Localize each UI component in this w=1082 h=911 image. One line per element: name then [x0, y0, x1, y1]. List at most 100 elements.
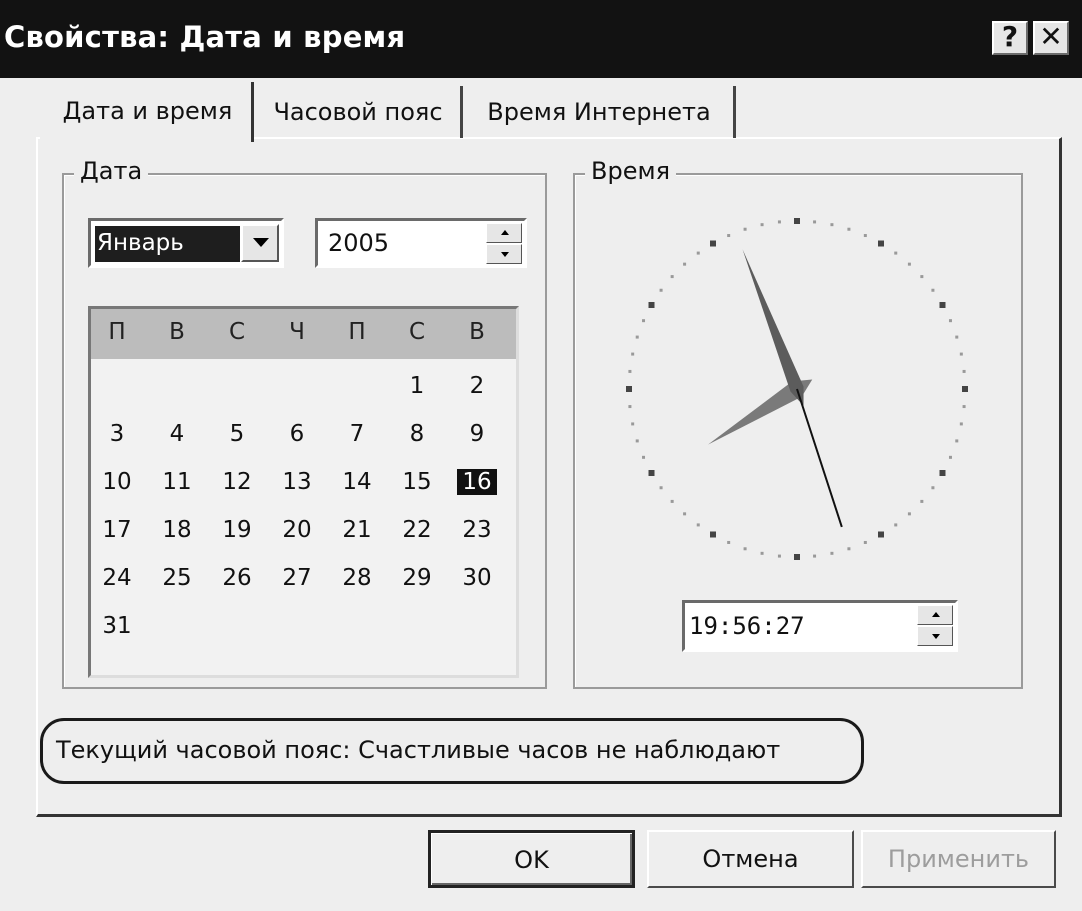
minute-marker — [743, 227, 747, 231]
hour-marker — [794, 554, 800, 560]
calendar-day[interactable]: 4 — [157, 421, 197, 447]
calendar-day[interactable]: 13 — [277, 469, 317, 495]
minute-marker — [635, 439, 639, 443]
hour-marker — [939, 302, 946, 308]
minute-marker — [642, 455, 646, 459]
hour-marker — [878, 531, 884, 538]
minute-marker — [743, 547, 747, 551]
minute-marker — [907, 512, 911, 516]
weekday-header: С — [408, 319, 426, 345]
help-button[interactable]: ? — [992, 21, 1028, 55]
weekday-header: В — [169, 319, 185, 345]
calendar-day[interactable]: 8 — [397, 421, 437, 447]
spin-up-icon[interactable] — [486, 223, 522, 243]
calendar-day[interactable]: 29 — [397, 565, 437, 591]
minute-marker — [659, 288, 663, 292]
minute-marker — [635, 335, 639, 339]
minute-marker — [863, 540, 867, 544]
minute-marker — [847, 227, 851, 231]
apply-button[interactable]: Применить — [861, 830, 1056, 888]
calendar-day[interactable]: 15 — [397, 469, 437, 495]
calendar-day[interactable]: 25 — [157, 565, 197, 591]
minute-marker — [955, 439, 959, 443]
minute-marker — [931, 486, 935, 490]
weekday-header: П — [108, 319, 126, 345]
year-spinner[interactable]: 2005 — [315, 218, 527, 268]
hour-marker — [626, 386, 632, 392]
month-dropdown[interactable]: Январь — [88, 218, 284, 268]
minute-marker — [830, 223, 834, 227]
spin-down-icon[interactable] — [486, 244, 522, 264]
calendar-day[interactable]: 7 — [337, 421, 377, 447]
ok-button[interactable]: OK — [428, 830, 635, 888]
minute-marker — [696, 251, 700, 255]
window-title: Свойства: Дата и время — [4, 20, 406, 54]
minute-marker — [920, 275, 924, 279]
hour-marker — [794, 218, 800, 224]
minute-marker — [847, 547, 851, 551]
time-spinner[interactable]: 19:56:27 — [682, 600, 958, 652]
calendar-day[interactable]: 28 — [337, 565, 377, 591]
minute-marker — [959, 352, 963, 356]
minute-marker — [696, 523, 700, 527]
date-time-properties-window: Свойства: Дата и время ? ✕ Дата и время … — [0, 0, 1082, 911]
calendar-day[interactable]: 2 — [457, 373, 497, 399]
spin-up-icon[interactable] — [917, 605, 953, 625]
calendar-day[interactable]: 31 — [97, 613, 137, 639]
minute-marker — [830, 551, 834, 555]
calendar-day[interactable]: 19 — [217, 517, 257, 543]
calendar-day[interactable]: 14 — [337, 469, 377, 495]
title-bar: Свойства: Дата и время ? ✕ — [0, 0, 1082, 78]
minute-marker — [962, 405, 966, 409]
calendar-day[interactable]: 5 — [217, 421, 257, 447]
cancel-button[interactable]: Отмена — [647, 830, 854, 888]
minute-marker — [907, 262, 911, 266]
calendar-day[interactable]: 24 — [97, 565, 137, 591]
hour-marker — [939, 470, 946, 476]
minute-marker — [683, 512, 687, 516]
minute-marker — [777, 220, 781, 224]
calendar-day[interactable]: 17 — [97, 517, 137, 543]
analog-clock — [626, 218, 968, 560]
calendar-day[interactable]: 23 — [457, 517, 497, 543]
minute-marker — [894, 523, 898, 527]
time-zone-text: Текущий часовой пояс: Счастливые часов н… — [56, 736, 781, 764]
hour-marker — [710, 240, 716, 247]
hour-marker — [710, 531, 716, 538]
calendar-day[interactable]: 12 — [217, 469, 257, 495]
calendar-day-selected[interactable]: 16 — [457, 469, 497, 495]
tab-time-zone[interactable]: Часовой пояс — [256, 86, 463, 138]
minute-marker — [894, 251, 898, 255]
spin-down-icon[interactable] — [917, 626, 953, 646]
close-button[interactable]: ✕ — [1033, 21, 1069, 55]
minute-marker — [813, 220, 817, 224]
calendar-day[interactable]: 20 — [277, 517, 317, 543]
tab-date-time[interactable]: Дата и время — [44, 82, 254, 142]
weekday-header: Ч — [289, 319, 305, 345]
minute-marker — [955, 335, 959, 339]
calendar-day[interactable]: 27 — [277, 565, 317, 591]
tab-internet-time[interactable]: Время Интернета — [465, 86, 736, 138]
minute-marker — [948, 319, 952, 323]
calendar-day[interactable]: 1 — [397, 373, 437, 399]
calendar-day[interactable]: 22 — [397, 517, 437, 543]
calendar-day[interactable]: 10 — [97, 469, 137, 495]
hour-marker — [962, 386, 968, 392]
calendar-day[interactable]: 26 — [217, 565, 257, 591]
calendar-day[interactable]: 21 — [337, 517, 377, 543]
date-group-label: Дата — [74, 157, 149, 185]
minute-marker — [920, 499, 924, 503]
minute-marker — [642, 319, 646, 323]
calendar-day[interactable]: 11 — [157, 469, 197, 495]
minute-marker — [631, 352, 635, 356]
calendar-day[interactable]: 6 — [277, 421, 317, 447]
calendar-day[interactable]: 30 — [457, 565, 497, 591]
minute-marker — [628, 369, 632, 373]
chevron-down-icon[interactable] — [241, 224, 279, 262]
month-value: Январь — [95, 226, 240, 262]
calendar-day[interactable]: 9 — [457, 421, 497, 447]
hour-marker — [648, 470, 655, 476]
calendar-day[interactable]: 3 — [97, 421, 137, 447]
calendar-day[interactable]: 18 — [157, 517, 197, 543]
time-group-label: Время — [585, 157, 677, 185]
